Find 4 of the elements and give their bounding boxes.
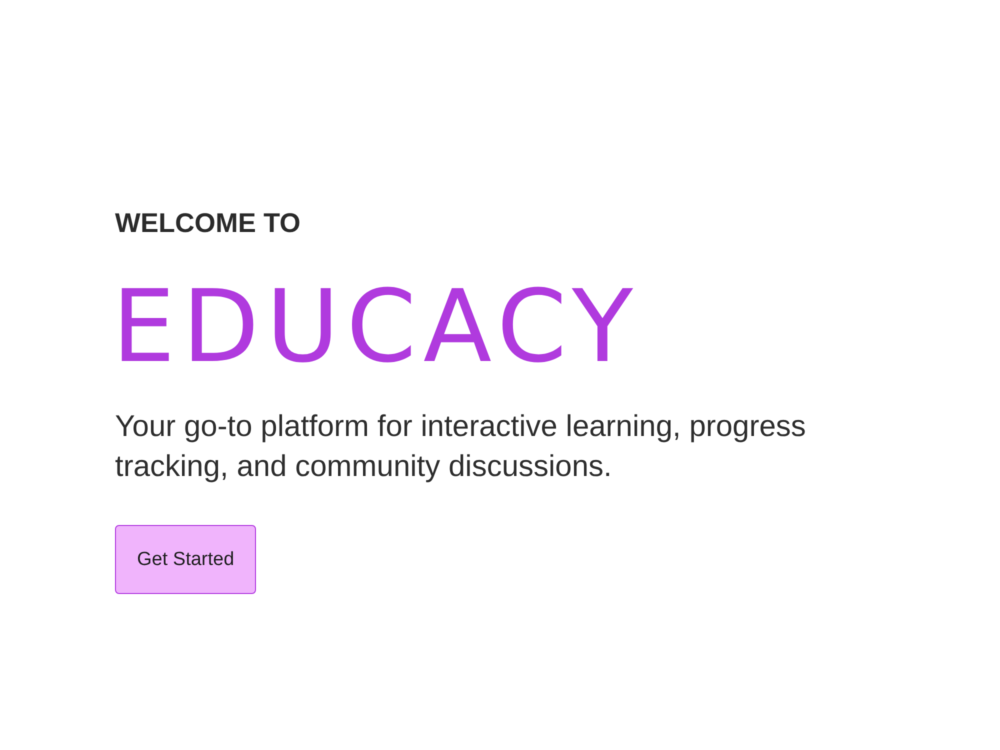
brand-logo-text: EDUCACY <box>112 277 640 377</box>
get-started-button[interactable]: Get Started <box>115 525 256 594</box>
tagline-text: Your go-to platform for interactive learning, progress tracking, and community discussions. <box>115 409 807 485</box>
welcome-heading: WELCOME TO <box>115 207 300 239</box>
